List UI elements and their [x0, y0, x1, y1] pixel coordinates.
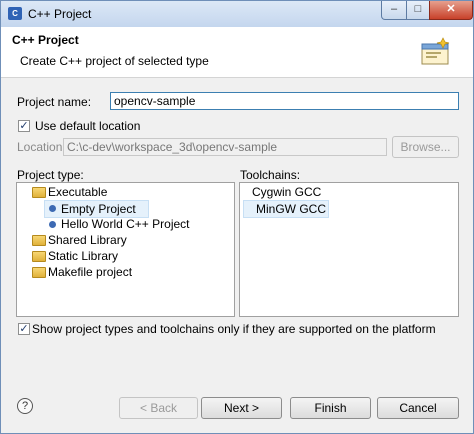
- project-name-label-text: Project name:: [17, 95, 92, 109]
- tree-item-shared-library[interactable]: Shared Library: [17, 232, 234, 248]
- use-default-location-label: Use default location: [35, 119, 141, 133]
- location-input[interactable]: C:\c-dev\workspace_3d\opencv-sample: [63, 138, 387, 156]
- toolchains-label: Toolchains:: [240, 168, 301, 182]
- location-label: Location:: [17, 140, 66, 154]
- folder-icon: [32, 267, 46, 278]
- next-button[interactable]: Next >: [201, 397, 282, 419]
- window-title: C++ Project: [28, 7, 92, 21]
- tree-item-label: Shared Library: [48, 233, 127, 247]
- show-supported-only-label: Show project types and toolchains only i…: [32, 322, 436, 336]
- wizard-title: C++ Project: [12, 33, 79, 47]
- project-type-label: Project type:: [17, 168, 84, 182]
- wizard-description: Create C++ project of selected type: [20, 54, 209, 68]
- browse-button[interactable]: Browse...: [392, 136, 459, 158]
- project-template-icon: [49, 221, 56, 228]
- cpp-app-icon: C: [8, 7, 22, 20]
- tree-item-executable[interactable]: Executable: [17, 184, 234, 200]
- folder-icon: [32, 251, 46, 262]
- cancel-button[interactable]: Cancel: [377, 397, 459, 419]
- help-icon[interactable]: ?: [17, 398, 33, 414]
- toolchain-item-label: MinGW GCC: [256, 202, 326, 216]
- folder-icon: [32, 187, 46, 198]
- wizard-header: C++ Project Create C++ project of select…: [1, 27, 473, 78]
- tree-item-label: Executable: [48, 185, 108, 199]
- tree-item-label: Makefile project: [48, 265, 133, 279]
- back-button[interactable]: < Back: [119, 397, 198, 419]
- project-name-input[interactable]: opencv-sample: [110, 92, 459, 110]
- tree-item-label: Static Library: [48, 249, 119, 263]
- tree-item-label: Empty Project: [61, 202, 136, 216]
- project-type-tree[interactable]: Executable Empty Project Hello World C++…: [16, 182, 235, 317]
- tree-item-makefile-project[interactable]: Makefile project: [17, 264, 234, 280]
- toolchain-item-cygwin-gcc[interactable]: Cygwin GCC: [252, 184, 452, 200]
- tree-item-hello-world[interactable]: Hello World C++ Project: [44, 216, 234, 232]
- use-default-location-checkbox[interactable]: ✓: [18, 120, 30, 132]
- toolchain-item-label: Cygwin GCC: [252, 185, 322, 199]
- minimize-button[interactable]: –: [381, 1, 407, 20]
- finish-button[interactable]: Finish: [290, 397, 371, 419]
- show-supported-only-checkbox[interactable]: ✓: [18, 323, 30, 335]
- project-name-label: Project name:: [17, 95, 91, 109]
- toolchain-item-mingw-gcc[interactable]: MinGW GCC: [243, 200, 329, 218]
- new-project-wizard-icon: [421, 37, 450, 65]
- folder-icon: [32, 235, 46, 246]
- title-bar[interactable]: C C++ Project – □ ✕: [1, 1, 473, 27]
- project-template-icon: [49, 205, 56, 212]
- close-button[interactable]: ✕: [429, 1, 473, 20]
- dialog-window: C C++ Project – □ ✕ C++ Project Create C…: [0, 0, 474, 434]
- tree-item-static-library[interactable]: Static Library: [17, 248, 234, 264]
- tree-item-label: Hello World C++ Project: [61, 217, 190, 231]
- toolchains-list[interactable]: Cygwin GCC MinGW GCC: [239, 182, 459, 317]
- maximize-button[interactable]: □: [406, 1, 430, 20]
